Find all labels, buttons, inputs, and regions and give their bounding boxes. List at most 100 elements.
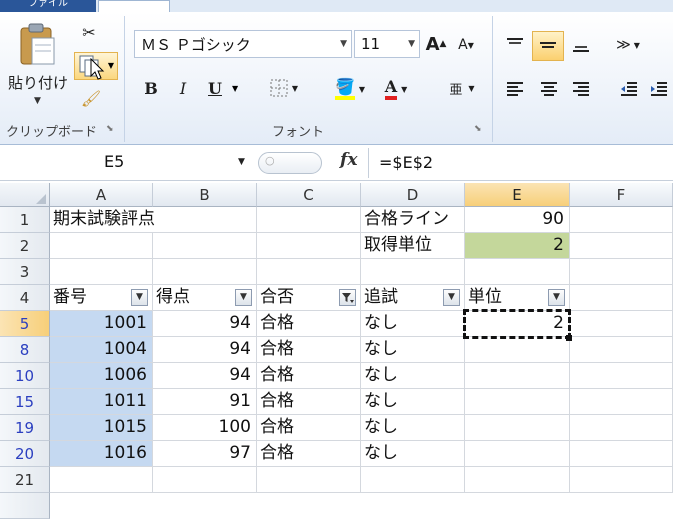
cell-a2[interactable] <box>50 233 153 259</box>
row-header-15[interactable]: 15 <box>0 389 50 415</box>
row-header-4[interactable]: 4 <box>0 285 50 311</box>
column-header-d[interactable]: D <box>361 183 465 207</box>
cell-d1[interactable]: 合格ライン <box>361 207 465 233</box>
cell-c15[interactable]: 合格 <box>257 389 361 415</box>
dialog-launcher-icon[interactable]: ⬊ <box>106 124 114 134</box>
underline-button[interactable]: U <box>204 76 226 100</box>
cell-c5[interactable]: 合格 <box>257 311 361 337</box>
cell-d8[interactable]: なし <box>361 337 465 363</box>
row-header-10[interactable]: 10 <box>0 363 50 389</box>
phonetic-button[interactable]: 亜 ▼ <box>440 74 484 102</box>
formula-bar-resize-handle[interactable]: ○ <box>258 152 322 174</box>
tab-file[interactable]: ファイル <box>0 0 96 12</box>
dialog-launcher-icon[interactable]: ⬊ <box>474 124 482 134</box>
row-header-5[interactable]: 5 <box>0 311 50 337</box>
cell-d20[interactable]: なし <box>361 441 465 467</box>
chevron-down-icon[interactable]: ▼ <box>232 84 238 93</box>
align-right-button[interactable] <box>570 78 592 100</box>
cell-f20[interactable] <box>570 441 673 467</box>
column-header-e[interactable]: E <box>465 183 570 207</box>
orientation-button[interactable]: ≫ ▼ <box>608 32 648 58</box>
cell-b5[interactable]: 94 <box>153 311 257 337</box>
row-header-19[interactable]: 19 <box>0 415 50 441</box>
filter-dropdown-button[interactable]: ▼ <box>443 289 460 306</box>
font-color-button[interactable]: A ▼ <box>376 76 416 102</box>
cell-e4[interactable]: 単位 ▼ <box>465 285 570 311</box>
cell-e2[interactable]: 2 <box>465 233 570 259</box>
cell-d3[interactable] <box>361 259 465 285</box>
cell-d5[interactable]: なし <box>361 311 465 337</box>
row-header-20[interactable]: 20 <box>0 441 50 467</box>
column-header-b[interactable]: B <box>153 183 257 207</box>
filter-dropdown-button[interactable]: ▼ <box>235 289 252 306</box>
italic-button[interactable]: I <box>172 76 194 100</box>
font-name-combo[interactable]: ＭＳ Ｐゴシック ▼ <box>134 30 352 58</box>
column-header-f[interactable]: F <box>570 183 673 207</box>
cell-d2[interactable]: 取得単位 <box>361 233 465 259</box>
cell-a21[interactable] <box>50 467 153 493</box>
grow-font-button[interactable]: A ▲ <box>424 32 448 56</box>
align-top-button[interactable] <box>504 34 526 56</box>
cell-a5[interactable]: 1001 <box>50 311 153 337</box>
cell-b10[interactable]: 94 <box>153 363 257 389</box>
cell-a3[interactable] <box>50 259 153 285</box>
cell-a19[interactable]: 1015 <box>50 415 153 441</box>
column-header-a[interactable]: A <box>50 183 153 207</box>
cell-b15[interactable]: 91 <box>153 389 257 415</box>
cell-f15[interactable] <box>570 389 673 415</box>
cell-f10[interactable] <box>570 363 673 389</box>
increase-indent-button[interactable] <box>648 78 670 100</box>
filter-dropdown-button[interactable]: ▼ <box>131 289 148 306</box>
cell-e1[interactable]: 90 <box>465 207 570 233</box>
name-box[interactable]: E5 ▼ <box>0 150 260 176</box>
cell-c20[interactable]: 合格 <box>257 441 361 467</box>
cell-f3[interactable] <box>570 259 673 285</box>
cut-button[interactable]: ✂ <box>78 20 100 44</box>
cell-e15[interactable] <box>465 389 570 415</box>
cell-a4[interactable]: 番号 ▼ <box>50 285 153 311</box>
row-header-21[interactable]: 21 <box>0 467 50 493</box>
shrink-font-button[interactable]: A ▼ <box>454 34 478 56</box>
font-size-combo[interactable]: 11 ▼ <box>354 30 420 58</box>
cell-e10[interactable] <box>465 363 570 389</box>
cell-e8[interactable] <box>465 337 570 363</box>
row-header-1[interactable]: 1 <box>0 207 50 233</box>
cell-c2[interactable] <box>257 233 361 259</box>
fill-handle[interactable] <box>566 335 572 341</box>
cell-d15[interactable]: なし <box>361 389 465 415</box>
fx-icon[interactable]: fx <box>340 150 357 170</box>
filter-active-button[interactable] <box>339 289 356 306</box>
cell-d21[interactable] <box>361 467 465 493</box>
cell-f1[interactable] <box>570 207 673 233</box>
cell-b3[interactable] <box>153 259 257 285</box>
cell-f8[interactable] <box>570 337 673 363</box>
cell-c10[interactable]: 合格 <box>257 363 361 389</box>
borders-button[interactable]: ▼ <box>264 76 304 100</box>
align-left-button[interactable] <box>504 78 526 100</box>
fill-color-button[interactable]: 🪣 ▼ <box>330 76 370 102</box>
cell-a10[interactable]: 1006 <box>50 363 153 389</box>
cell-e21[interactable] <box>465 467 570 493</box>
cell-c8[interactable]: 合格 <box>257 337 361 363</box>
align-bottom-button[interactable] <box>570 34 592 56</box>
format-painter-button[interactable]: 🖌 <box>78 86 104 110</box>
cell-b2[interactable] <box>153 233 257 259</box>
align-center-button[interactable] <box>538 78 560 100</box>
row-header-2[interactable]: 2 <box>0 233 50 259</box>
filter-dropdown-button[interactable]: ▼ <box>548 289 565 306</box>
cell-d4[interactable]: 追試 ▼ <box>361 285 465 311</box>
cell-c4[interactable]: 合否 <box>257 285 361 311</box>
row-header-next[interactable] <box>0 493 50 519</box>
cell-a1[interactable]: 期末試験評点 <box>50 207 155 233</box>
cell-b1[interactable] <box>153 207 257 233</box>
cell-a15[interactable]: 1011 <box>50 389 153 415</box>
tab-home[interactable] <box>98 0 170 12</box>
select-all-corner[interactable] <box>0 183 50 207</box>
cell-d19[interactable]: なし <box>361 415 465 441</box>
cell-b4[interactable]: 得点 ▼ <box>153 285 257 311</box>
cell-a20[interactable]: 1016 <box>50 441 153 467</box>
cell-c19[interactable]: 合格 <box>257 415 361 441</box>
cell-f2[interactable] <box>570 233 673 259</box>
cell-c21[interactable] <box>257 467 361 493</box>
decrease-indent-button[interactable] <box>618 78 640 100</box>
